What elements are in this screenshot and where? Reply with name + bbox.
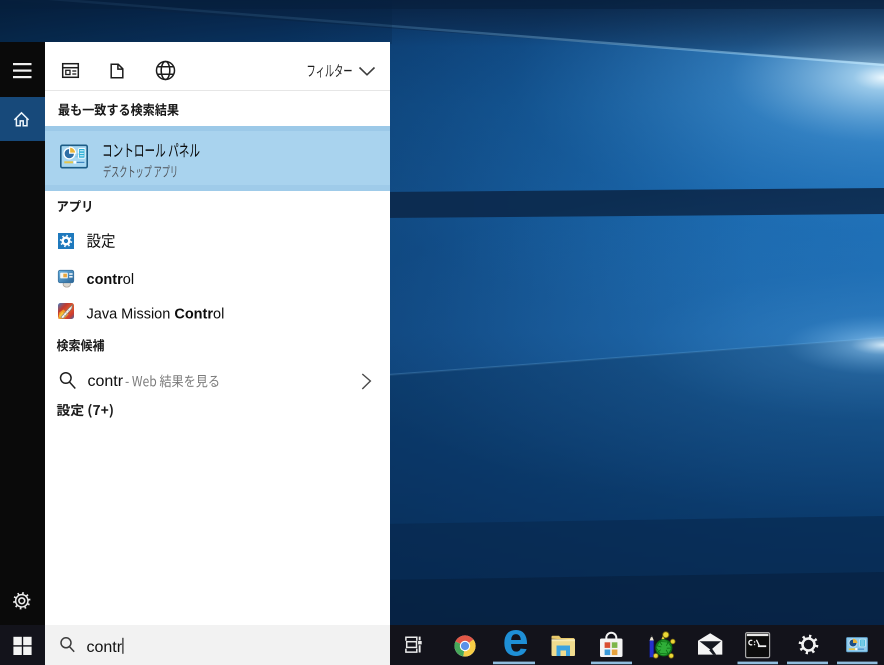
- svg-text:control: control: [87, 272, 135, 288]
- svg-text:contr: contr: [88, 373, 124, 390]
- svg-text:e: e: [503, 613, 529, 665]
- svg-text:contr: contr: [87, 639, 123, 656]
- svg-text:Java Mission Control: Java Mission Control: [87, 307, 225, 323]
